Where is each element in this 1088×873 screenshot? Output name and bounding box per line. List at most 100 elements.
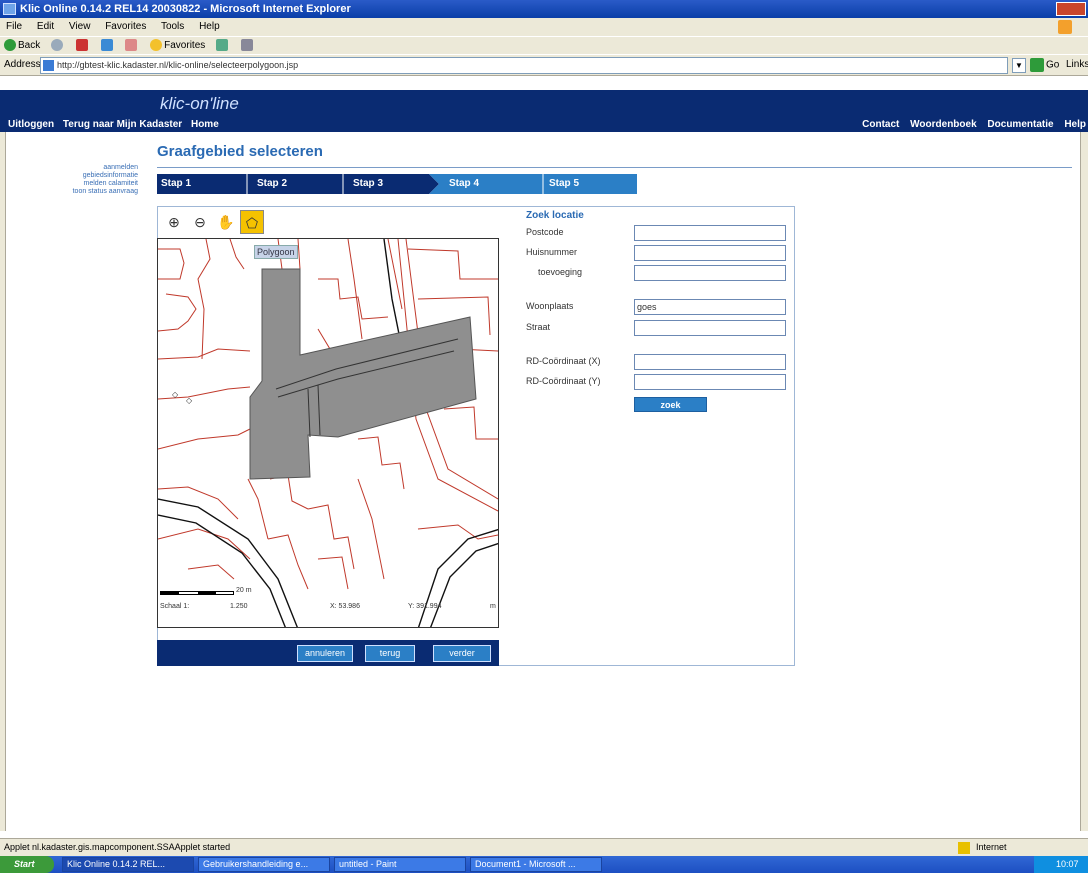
sidebar-link-gebiedsinformatie[interactable]: gebiedsinformatie bbox=[8, 172, 138, 180]
map-status-x: X: 53.986 bbox=[330, 603, 360, 610]
map-status-scale: Schaal 1: bbox=[160, 603, 190, 610]
windows-taskbar: Start Klic Online 0.14.2 REL... Gebruike… bbox=[0, 856, 1088, 873]
polygon-tool-icon[interactable]: ⬠ bbox=[240, 210, 264, 234]
address-dropdown-icon[interactable]: ▼ bbox=[1012, 58, 1026, 73]
input-postcode[interactable] bbox=[634, 225, 786, 241]
links-button[interactable]: Links bbox=[1066, 59, 1088, 70]
klic-online-logo: klic-on'line bbox=[160, 94, 239, 113]
nav-contact[interactable]: Contact bbox=[862, 119, 899, 130]
nav-woordenboek[interactable]: Woordenboek bbox=[910, 119, 976, 130]
site-top-band bbox=[0, 76, 1088, 90]
annuleren-button[interactable]: annuleren bbox=[297, 645, 353, 662]
forward-button[interactable] bbox=[51, 37, 65, 55]
input-rd-y[interactable] bbox=[634, 374, 786, 390]
svg-text:◇: ◇ bbox=[172, 390, 179, 399]
zoom-in-icon[interactable]: ⊕ bbox=[162, 210, 186, 234]
browser-scrollbar[interactable] bbox=[1080, 76, 1088, 831]
sidebar-link-toon-status[interactable]: toon status aanvraag bbox=[8, 188, 138, 196]
home-icon bbox=[125, 39, 138, 52]
verder-button[interactable]: verder bbox=[433, 645, 491, 662]
scale-bar bbox=[160, 591, 234, 595]
input-huisnummer[interactable] bbox=[634, 245, 786, 261]
security-zone: Internet bbox=[958, 839, 1007, 856]
nav-uitloggen[interactable]: Uitloggen bbox=[8, 119, 54, 130]
map-status-y: Y: 391.994 bbox=[408, 603, 442, 610]
sidebar-links: aanmelden gebiedsinformatie melden calam… bbox=[8, 164, 138, 196]
clock: 10:07 bbox=[1056, 859, 1079, 869]
sidebar-link-aanmelden[interactable]: aanmelden bbox=[8, 164, 138, 172]
field-huisnummer: Huisnummer bbox=[526, 245, 788, 263]
task-paint[interactable]: untitled - Paint bbox=[334, 857, 466, 872]
svg-text:◇: ◇ bbox=[186, 396, 193, 405]
site-header: klic-on'line bbox=[0, 90, 1088, 118]
print-icon bbox=[240, 39, 253, 52]
nav-help[interactable]: Help bbox=[1064, 119, 1086, 130]
stop-button[interactable] bbox=[75, 37, 90, 55]
nav-documentatie[interactable]: Documentatie bbox=[987, 119, 1053, 130]
step-3: Stap 3 bbox=[353, 178, 384, 189]
go-button[interactable]: Go bbox=[1030, 58, 1059, 72]
input-woonplaats[interactable]: goes bbox=[634, 299, 786, 315]
terug-button[interactable]: terug bbox=[365, 645, 415, 662]
status-text: Applet nl.kadaster.gis.mapcomponent.SSAA… bbox=[4, 842, 231, 852]
input-toevoeging[interactable] bbox=[634, 265, 786, 281]
form-heading: Zoek locatie bbox=[526, 210, 584, 221]
field-rd-x: RD-Coördinaat (X) bbox=[526, 354, 788, 372]
map-canvas: ◇ ◇ bbox=[158, 239, 498, 627]
field-postcode: Postcode bbox=[526, 225, 788, 243]
print-button[interactable] bbox=[240, 37, 255, 55]
menu-view[interactable]: View bbox=[69, 21, 91, 32]
mail-button[interactable] bbox=[216, 37, 230, 55]
label-straat: Straat bbox=[526, 322, 551, 332]
selection-polygon[interactable] bbox=[249, 268, 477, 480]
menu-tools[interactable]: Tools bbox=[161, 21, 184, 32]
menu-favorites[interactable]: Favorites bbox=[105, 21, 146, 32]
label-huisnummer: Huisnummer bbox=[526, 247, 578, 257]
step-indicator: Stap 1 Stap 2 Stap 3 Stap 4 Stap 5 bbox=[157, 174, 637, 194]
home-button[interactable] bbox=[125, 37, 139, 55]
pan-hand-icon[interactable]: ✋ bbox=[214, 210, 238, 234]
title-divider bbox=[157, 167, 1072, 168]
start-button[interactable]: Start bbox=[0, 856, 54, 873]
menu-file[interactable]: File bbox=[6, 21, 22, 32]
zoom-out-icon[interactable]: ⊖ bbox=[188, 210, 212, 234]
zoek-button[interactable]: zoek bbox=[634, 397, 707, 412]
input-rd-x[interactable] bbox=[634, 354, 786, 370]
browser-toolbar: Back Favorites bbox=[0, 36, 1088, 54]
label-rd-y: RD-Coördinaat (Y) bbox=[526, 376, 601, 386]
forward-arrow-icon bbox=[51, 39, 64, 52]
task-klic-online[interactable]: Klic Online 0.14.2 REL... bbox=[62, 857, 194, 872]
step-2: Stap 2 bbox=[257, 178, 288, 189]
map-status-scale-value: 1.250 bbox=[230, 603, 248, 610]
refresh-icon bbox=[100, 39, 113, 52]
menu-edit[interactable]: Edit bbox=[37, 21, 54, 32]
address-bar: Address http://gbtest-klic.kadaster.nl/k… bbox=[0, 54, 1088, 76]
site-nav: Uitloggen Terug naar Mijn Kadaster Home … bbox=[0, 118, 1088, 132]
step-1: Stap 1 bbox=[161, 178, 192, 189]
browser-frame-left bbox=[0, 76, 6, 831]
label-postcode: Postcode bbox=[526, 227, 564, 237]
sidebar-link-melden-calamiteit[interactable]: melden calamiteit bbox=[8, 180, 138, 188]
refresh-button[interactable] bbox=[100, 37, 115, 55]
menu-bar: File Edit View Favorites Tools Help bbox=[0, 18, 1088, 36]
step-5: Stap 5 bbox=[549, 178, 580, 189]
step-4: Stap 4 bbox=[449, 178, 480, 189]
window-titlebar: Klic Online 0.14.2 REL14 20030822 - Micr… bbox=[0, 0, 1088, 18]
task-gebruikershandleiding[interactable]: Gebruikershandleiding e... bbox=[198, 857, 330, 872]
address-label: Address bbox=[4, 59, 41, 70]
task-document1[interactable]: Document1 - Microsoft ... bbox=[470, 857, 602, 872]
window-controls[interactable] bbox=[1056, 2, 1086, 16]
favorites-button[interactable]: Favorites bbox=[150, 37, 205, 55]
label-woonplaats: Woonplaats bbox=[526, 301, 574, 311]
map-status-unit: m bbox=[490, 603, 496, 610]
input-straat[interactable] bbox=[634, 320, 786, 336]
map-viewer[interactable]: ◇ ◇ Polygoon 20 m Schaal 1: 1.250 X: 53.… bbox=[157, 238, 499, 628]
back-button[interactable]: Back bbox=[4, 37, 40, 55]
scale-label: 20 m bbox=[236, 587, 252, 594]
nav-home[interactable]: Home bbox=[191, 119, 219, 130]
menu-help[interactable]: Help bbox=[199, 21, 220, 32]
mail-icon bbox=[216, 39, 229, 52]
browser-statusbar: Applet nl.kadaster.gis.mapcomponent.SSAA… bbox=[0, 838, 1088, 856]
nav-terug-mijn-kadaster[interactable]: Terug naar Mijn Kadaster bbox=[63, 119, 182, 130]
address-input[interactable]: http://gbtest-klic.kadaster.nl/klic-onli… bbox=[40, 57, 1008, 74]
